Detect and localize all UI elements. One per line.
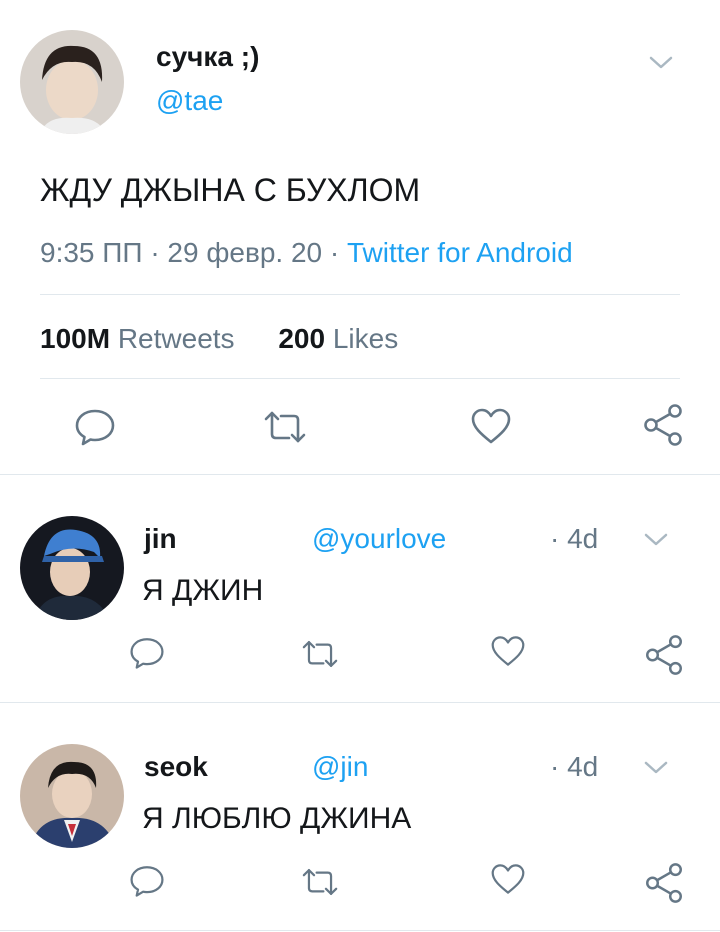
retweet-icon[interactable] [301, 637, 339, 671]
reply-icon[interactable] [129, 635, 165, 671]
retweets-stat[interactable]: 100M Retweets [40, 323, 242, 354]
likes-label: Likes [332, 323, 399, 354]
tweet-stats: 100M Retweets 200 Likes [40, 321, 398, 357]
likes-stat[interactable]: 200 Likes [278, 323, 398, 354]
divider [40, 294, 680, 295]
tweet-source[interactable]: Twitter for Android [347, 237, 573, 268]
tweet-text: Я ДЖИН [142, 574, 264, 607]
avatar[interactable] [20, 744, 124, 848]
divider [40, 378, 680, 379]
tweet-meta: 9:35 ПП · 29 февр. 20 · Twitter for Andr… [40, 235, 573, 271]
user-handle[interactable]: @jin [312, 750, 368, 784]
retweet-icon[interactable] [301, 865, 339, 899]
display-name[interactable]: сучка ;) [156, 40, 259, 74]
like-icon[interactable] [490, 634, 526, 668]
user-handle[interactable]: @yourlove [312, 522, 446, 556]
share-icon[interactable] [640, 402, 686, 448]
divider [0, 474, 720, 475]
chevron-down-icon[interactable] [643, 530, 669, 548]
display-name[interactable]: seok [144, 750, 208, 784]
user-handle[interactable]: @tae [156, 84, 223, 118]
chevron-down-icon[interactable] [643, 758, 669, 776]
reply-icon[interactable] [129, 863, 165, 899]
avatar[interactable] [20, 516, 124, 620]
avatar[interactable] [20, 30, 124, 134]
retweet-icon[interactable] [263, 407, 307, 447]
divider [0, 702, 720, 703]
tweet-text: Я ЛЮБЛЮ ДЖИНА [142, 802, 412, 835]
likes-count: 200 [278, 323, 326, 354]
share-icon[interactable] [642, 861, 686, 905]
like-icon[interactable] [470, 406, 512, 446]
like-icon[interactable] [490, 862, 526, 896]
tweet-age: · 4d [550, 751, 599, 782]
tweet-date: 29 февр. 20 [167, 237, 323, 268]
reply-icon[interactable] [74, 406, 116, 448]
divider [0, 930, 720, 931]
meta-separator: · [329, 237, 340, 268]
retweets-count: 100M [40, 323, 111, 354]
tweet-text: ЖДУ ДЖЫНА С БУХЛОМ [40, 172, 421, 208]
retweets-label: Retweets [117, 323, 235, 354]
tweet-time: 9:35 ПП [40, 237, 143, 268]
chevron-down-icon[interactable] [648, 53, 674, 71]
display-name[interactable]: jin [144, 522, 177, 556]
meta-separator: · [150, 237, 160, 268]
tweet-age: · 4d [550, 523, 599, 554]
share-icon[interactable] [642, 633, 686, 677]
